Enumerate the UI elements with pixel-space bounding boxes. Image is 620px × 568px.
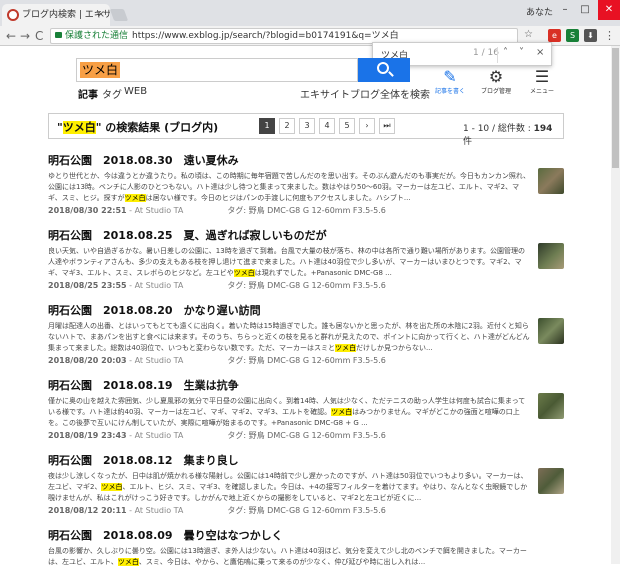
scope-articles[interactable]: 記事 — [78, 86, 98, 101]
scope-tags[interactable]: タグ — [102, 86, 122, 101]
match-highlight: ツメ白 — [117, 558, 139, 566]
match-highlight: ツメ白 — [101, 483, 123, 491]
blog-manage-label: ブログ管理 — [480, 88, 511, 95]
result-title-link[interactable]: 明石公園 2018.08.19 生業は抗争 — [48, 377, 564, 393]
search-term[interactable]: ツメ白 — [80, 62, 121, 78]
match-highlight: ツメ白 — [334, 344, 356, 352]
search-icon-handle — [388, 71, 394, 77]
site-favicon-icon — [7, 9, 19, 21]
result-thumbnail[interactable] — [538, 393, 564, 419]
reload-button[interactable]: C — [35, 28, 43, 44]
result-meta: 2018/08/20 20:03 - At Studio TA タグ: 野鳥 DM… — [48, 356, 386, 365]
search-button[interactable] — [358, 58, 410, 82]
page-5[interactable]: 5 — [339, 118, 355, 134]
result-excerpt: 月曜は配達人の出番、とはいってもとても遠くに出向く。着いた時は15時過ぎでした。… — [48, 322, 530, 352]
match-highlight: ツメ白 — [233, 269, 255, 277]
result-title-link[interactable]: 明石公園 2018.08.30 遠い夏休み — [48, 152, 564, 168]
results-title: "ツメ白" の検索結果 (ブログ内) — [57, 121, 219, 134]
browser-tab[interactable]: ブログ内検索 | エキサイトブロ × — [2, 4, 110, 26]
result-excerpt: ゆとり世代とか、今は違うとか違うたり。私の頃は、この時期に毎年宿題で苦しんだのを… — [48, 172, 530, 202]
match-highlight: ツメ白 — [331, 408, 353, 416]
back-button[interactable]: ← — [6, 28, 16, 44]
hamburger-icon: ☰ — [534, 67, 550, 86]
scope-web[interactable]: WEB — [124, 86, 147, 97]
results-term: ツメ白 — [62, 121, 96, 134]
menu-label: メニュー — [529, 88, 554, 95]
result-tags[interactable]: タグ: 野鳥 DMC-G8 G 12-60mm F3.5-5.6 — [227, 356, 386, 365]
search-result-item: 明石公園 2018.08.20 かなり遅い訪問 月曜は配達人の出番、とはいっても… — [48, 302, 564, 366]
result-excerpt: 良い天気、いや自過ぎるかな。暑い日差しの公園に、13時を過ぎて到着。台風で大量の… — [48, 247, 525, 277]
result-date: 2018/08/20 20:03 — [48, 356, 127, 365]
gear-icon: ⚙ — [488, 67, 504, 86]
match-highlight: ツメ白 — [124, 194, 146, 202]
minimize-button[interactable]: – — [556, 0, 574, 20]
bookmark-star-icon[interactable]: ☆ — [524, 29, 533, 40]
page-1[interactable]: 1 — [259, 118, 275, 134]
extension-download-icon[interactable]: ⬇ — [584, 29, 597, 42]
result-title-link[interactable]: 明石公園 2018.08.09 曇り空はなつかしく — [48, 527, 564, 543]
find-count: 1 / 16 — [473, 48, 499, 58]
result-date: 2018/08/30 22:51 — [48, 206, 127, 215]
browser-titlebar: ブログ内検索 | エキサイトブロ × あなた – □ ✕ — [0, 0, 620, 26]
result-title-link[interactable]: 明石公園 2018.08.25 夏、過ぎれば寂しいものだが — [48, 227, 564, 243]
pencil-icon: ✎ — [443, 67, 457, 86]
tab-close-icon[interactable]: × — [97, 4, 105, 26]
page-scrollbar[interactable] — [611, 46, 620, 564]
extension-e-icon[interactable]: e — [548, 29, 561, 42]
result-tags[interactable]: タグ: 野鳥 DMC-G8 G 12-60mm F3.5-5.6 — [227, 281, 386, 290]
result-count: 1 - 10 / 総件数 : 194 件 — [463, 124, 553, 147]
search-all-blogs-link[interactable]: エキサイトブログ全体を検索 — [300, 86, 430, 101]
forward-button[interactable]: → — [20, 28, 30, 44]
search-result-item: 明石公園 2018.08.12 集まり良し 夜は少し涼しくなったが、日中は肌が焼… — [48, 452, 564, 516]
result-tags[interactable]: タグ: 野鳥 DMC-G8 G 12-60mm F3.5-5.6 — [227, 431, 386, 440]
last-page-icon[interactable]: ⏭ — [379, 118, 395, 134]
result-thumbnail[interactable] — [538, 168, 564, 194]
result-meta: 2018/08/30 22:51 - At Studio TA タグ: 野鳥 DM… — [48, 206, 386, 215]
find-prev-icon[interactable]: ˄ — [503, 47, 508, 58]
blog-search-input[interactable]: ツメ白 — [76, 58, 358, 82]
search-result-item: 明石公園 2018.08.09 曇り空はなつかしく 台風の影響か、久しぶりに曇り… — [48, 527, 564, 568]
result-date: 2018/08/25 23:55 — [48, 281, 127, 290]
result-thumbnail[interactable] — [538, 318, 564, 344]
result-tags[interactable]: タグ: 野鳥 DMC-G8 G 12-60mm F3.5-5.6 — [227, 206, 386, 215]
extension-s-icon[interactable]: S — [566, 29, 579, 42]
page-2[interactable]: 2 — [279, 118, 295, 134]
results-header: "ツメ白" の検索結果 (ブログ内) 1 2 3 4 5 › ⏭ 1 - 10 … — [48, 113, 564, 147]
profile-name[interactable]: あなた — [526, 5, 553, 18]
blog-manage-button[interactable]: ⚙ ブログ管理 — [476, 67, 516, 96]
write-article-label: 記事を書く — [434, 88, 465, 95]
result-excerpt: 台風の影響か、久しぶりに曇り空。公園には13時過ぎ、ま外人は少ない。ハト達は40… — [48, 547, 527, 566]
result-excerpt: 僅かに奥の山を越えた雰囲気、少し夏風邪の気分で平日昼の公園に出向く。到着14時、… — [48, 397, 526, 427]
result-meta: 2018/08/19 23:43 - At Studio TA タグ: 野鳥 DM… — [48, 431, 386, 440]
result-thumbnail[interactable] — [538, 468, 564, 494]
result-thumbnail[interactable] — [538, 243, 564, 269]
browser-menu-icon[interactable]: ⋮ — [604, 29, 615, 42]
lock-icon — [55, 32, 62, 38]
result-title-link[interactable]: 明石公園 2018.08.20 かなり遅い訪問 — [48, 302, 564, 318]
maximize-button[interactable]: □ — [576, 0, 594, 20]
result-meta: 2018/08/25 23:55 - At Studio TA タグ: 野鳥 DM… — [48, 281, 386, 290]
window-close-button[interactable]: ✕ — [598, 0, 620, 20]
scrollbar-thumb[interactable] — [612, 48, 619, 168]
url-text[interactable]: https://www.exblog.jp/search/?blogid=b01… — [132, 31, 399, 41]
result-excerpt: 夜は少し涼しくなったが、日中は肌が焼かれる様な陽射し。公園には14時前で少し遅か… — [48, 472, 528, 502]
find-close-icon[interactable]: × — [536, 47, 544, 58]
result-meta: 2018/08/12 20:11 - At Studio TA タグ: 野鳥 DM… — [48, 506, 386, 515]
next-page-icon[interactable]: › — [359, 118, 375, 134]
result-date: 2018/08/12 20:11 — [48, 506, 127, 515]
menu-button[interactable]: ☰ メニュー — [522, 67, 562, 96]
result-title-link[interactable]: 明石公園 2018.08.12 集まり良し — [48, 452, 564, 468]
result-date: 2018/08/19 23:43 — [48, 431, 127, 440]
new-tab-button[interactable] — [109, 9, 129, 21]
result-tags[interactable]: タグ: 野鳥 DMC-G8 G 12-60mm F3.5-5.6 — [227, 506, 386, 515]
page-3[interactable]: 3 — [299, 118, 315, 134]
search-result-item: 明石公園 2018.08.30 遠い夏休み ゆとり世代とか、今は違うとか違うたり… — [48, 152, 564, 216]
search-result-item: 明石公園 2018.08.19 生業は抗争 僅かに奥の山を越えた雰囲気、少し夏風… — [48, 377, 564, 441]
page-4[interactable]: 4 — [319, 118, 335, 134]
write-article-button[interactable]: ✎ 記事を書く — [430, 67, 470, 96]
find-next-icon[interactable]: ˅ — [519, 47, 524, 58]
find-divider — [497, 47, 498, 63]
search-result-item: 明石公園 2018.08.25 夏、過ぎれば寂しいものだが 良い天気、いや自過ぎ… — [48, 227, 564, 291]
secure-label: 保護された通信 — [65, 31, 129, 41]
